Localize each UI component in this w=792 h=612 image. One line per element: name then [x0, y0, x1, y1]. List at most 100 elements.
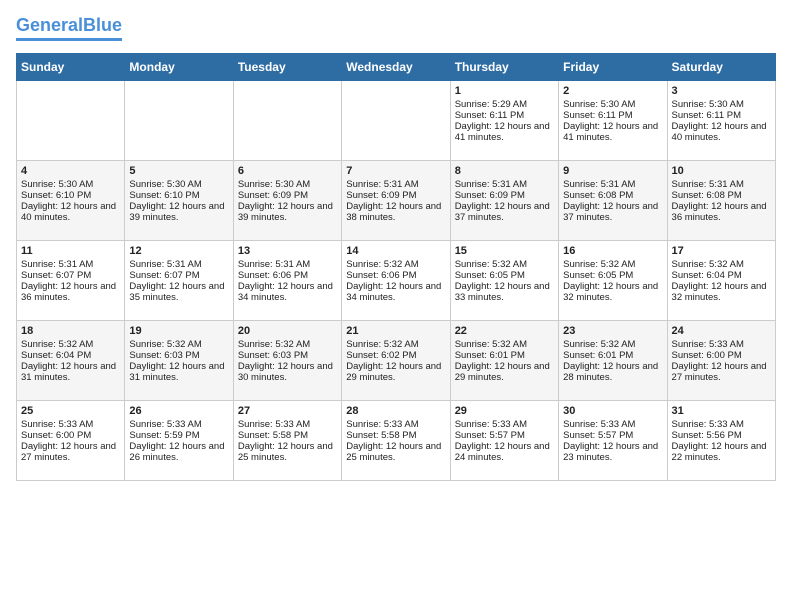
sunrise-text: Sunrise: 5:31 AM [672, 179, 771, 190]
day-cell: 13Sunrise: 5:31 AMSunset: 6:06 PMDayligh… [233, 240, 341, 320]
logo: GeneralBlue [16, 16, 122, 41]
col-header-wednesday: Wednesday [342, 53, 450, 80]
sunrise-text: Sunrise: 5:32 AM [129, 339, 228, 350]
day-number: 31 [672, 405, 771, 417]
day-cell: 15Sunrise: 5:32 AMSunset: 6:05 PMDayligh… [450, 240, 558, 320]
day-cell: 6Sunrise: 5:30 AMSunset: 6:09 PMDaylight… [233, 160, 341, 240]
day-cell: 20Sunrise: 5:32 AMSunset: 6:03 PMDayligh… [233, 320, 341, 400]
daylight-text: Daylight: 12 hours and 26 minutes. [129, 441, 228, 463]
day-number: 15 [455, 245, 554, 257]
sunset-text: Sunset: 5:57 PM [455, 430, 554, 441]
sunrise-text: Sunrise: 5:31 AM [238, 259, 337, 270]
daylight-text: Daylight: 12 hours and 39 minutes. [129, 201, 228, 223]
sunset-text: Sunset: 6:00 PM [672, 350, 771, 361]
sunrise-text: Sunrise: 5:30 AM [129, 179, 228, 190]
sunrise-text: Sunrise: 5:32 AM [346, 259, 445, 270]
day-cell: 27Sunrise: 5:33 AMSunset: 5:58 PMDayligh… [233, 400, 341, 480]
day-number: 7 [346, 165, 445, 177]
daylight-text: Daylight: 12 hours and 23 minutes. [563, 441, 662, 463]
col-header-sunday: Sunday [17, 53, 125, 80]
sunset-text: Sunset: 6:08 PM [563, 190, 662, 201]
day-cell: 4Sunrise: 5:30 AMSunset: 6:10 PMDaylight… [17, 160, 125, 240]
day-number: 29 [455, 405, 554, 417]
daylight-text: Daylight: 12 hours and 22 minutes. [672, 441, 771, 463]
sunset-text: Sunset: 6:06 PM [346, 270, 445, 281]
day-cell: 7Sunrise: 5:31 AMSunset: 6:09 PMDaylight… [342, 160, 450, 240]
sunrise-text: Sunrise: 5:31 AM [346, 179, 445, 190]
sunrise-text: Sunrise: 5:33 AM [563, 419, 662, 430]
sunset-text: Sunset: 6:01 PM [455, 350, 554, 361]
week-row-5: 25Sunrise: 5:33 AMSunset: 6:00 PMDayligh… [17, 400, 776, 480]
logo-underline [16, 38, 122, 41]
day-cell: 3Sunrise: 5:30 AMSunset: 6:11 PMDaylight… [667, 80, 775, 160]
sunrise-text: Sunrise: 5:32 AM [346, 339, 445, 350]
day-cell: 17Sunrise: 5:32 AMSunset: 6:04 PMDayligh… [667, 240, 775, 320]
sunset-text: Sunset: 5:56 PM [672, 430, 771, 441]
sunset-text: Sunset: 6:02 PM [346, 350, 445, 361]
day-number: 17 [672, 245, 771, 257]
sunrise-text: Sunrise: 5:33 AM [238, 419, 337, 430]
daylight-text: Daylight: 12 hours and 37 minutes. [455, 201, 554, 223]
sunset-text: Sunset: 6:10 PM [129, 190, 228, 201]
sunrise-text: Sunrise: 5:31 AM [455, 179, 554, 190]
sunrise-text: Sunrise: 5:32 AM [21, 339, 120, 350]
daylight-text: Daylight: 12 hours and 39 minutes. [238, 201, 337, 223]
daylight-text: Daylight: 12 hours and 31 minutes. [21, 361, 120, 383]
sunset-text: Sunset: 6:09 PM [455, 190, 554, 201]
sunrise-text: Sunrise: 5:30 AM [21, 179, 120, 190]
day-number: 13 [238, 245, 337, 257]
day-number: 10 [672, 165, 771, 177]
week-row-1: 1Sunrise: 5:29 AMSunset: 6:11 PMDaylight… [17, 80, 776, 160]
day-number: 8 [455, 165, 554, 177]
sunset-text: Sunset: 6:11 PM [563, 110, 662, 121]
sunrise-text: Sunrise: 5:33 AM [346, 419, 445, 430]
sunset-text: Sunset: 6:03 PM [129, 350, 228, 361]
day-number: 5 [129, 165, 228, 177]
daylight-text: Daylight: 12 hours and 29 minutes. [346, 361, 445, 383]
col-header-tuesday: Tuesday [233, 53, 341, 80]
week-row-2: 4Sunrise: 5:30 AMSunset: 6:10 PMDaylight… [17, 160, 776, 240]
day-number: 2 [563, 85, 662, 97]
sunrise-text: Sunrise: 5:33 AM [455, 419, 554, 430]
sunrise-text: Sunrise: 5:32 AM [563, 339, 662, 350]
day-cell: 11Sunrise: 5:31 AMSunset: 6:07 PMDayligh… [17, 240, 125, 320]
sunrise-text: Sunrise: 5:32 AM [238, 339, 337, 350]
day-number: 30 [563, 405, 662, 417]
daylight-text: Daylight: 12 hours and 33 minutes. [455, 281, 554, 303]
sunset-text: Sunset: 6:07 PM [21, 270, 120, 281]
sunset-text: Sunset: 5:58 PM [238, 430, 337, 441]
sunset-text: Sunset: 6:11 PM [455, 110, 554, 121]
daylight-text: Daylight: 12 hours and 36 minutes. [21, 281, 120, 303]
logo-blue: Blue [83, 15, 122, 35]
day-cell: 10Sunrise: 5:31 AMSunset: 6:08 PMDayligh… [667, 160, 775, 240]
day-number: 28 [346, 405, 445, 417]
day-cell [342, 80, 450, 160]
sunset-text: Sunset: 6:01 PM [563, 350, 662, 361]
day-cell: 26Sunrise: 5:33 AMSunset: 5:59 PMDayligh… [125, 400, 233, 480]
sunrise-text: Sunrise: 5:30 AM [238, 179, 337, 190]
daylight-text: Daylight: 12 hours and 25 minutes. [238, 441, 337, 463]
day-cell: 28Sunrise: 5:33 AMSunset: 5:58 PMDayligh… [342, 400, 450, 480]
sunset-text: Sunset: 6:09 PM [346, 190, 445, 201]
col-header-friday: Friday [559, 53, 667, 80]
day-number: 23 [563, 325, 662, 337]
day-cell: 21Sunrise: 5:32 AMSunset: 6:02 PMDayligh… [342, 320, 450, 400]
sunrise-text: Sunrise: 5:31 AM [21, 259, 120, 270]
day-number: 24 [672, 325, 771, 337]
daylight-text: Daylight: 12 hours and 27 minutes. [672, 361, 771, 383]
day-cell: 1Sunrise: 5:29 AMSunset: 6:11 PMDaylight… [450, 80, 558, 160]
daylight-text: Daylight: 12 hours and 34 minutes. [238, 281, 337, 303]
sunrise-text: Sunrise: 5:31 AM [563, 179, 662, 190]
header-row: SundayMondayTuesdayWednesdayThursdayFrid… [17, 53, 776, 80]
day-cell: 8 Sunrise: 5:31 AMSunset: 6:09 PMDaylight… [450, 160, 558, 240]
daylight-text: Daylight: 12 hours and 36 minutes. [672, 201, 771, 223]
sunset-text: Sunset: 6:05 PM [563, 270, 662, 281]
sunset-text: Sunset: 6:04 PM [672, 270, 771, 281]
day-cell: 12Sunrise: 5:31 AMSunset: 6:07 PMDayligh… [125, 240, 233, 320]
day-cell [125, 80, 233, 160]
daylight-text: Daylight: 12 hours and 41 minutes. [563, 121, 662, 143]
col-header-monday: Monday [125, 53, 233, 80]
day-cell: 23Sunrise: 5:32 AMSunset: 6:01 PMDayligh… [559, 320, 667, 400]
calendar-table: SundayMondayTuesdayWednesdayThursdayFrid… [16, 53, 776, 481]
daylight-text: Daylight: 12 hours and 24 minutes. [455, 441, 554, 463]
